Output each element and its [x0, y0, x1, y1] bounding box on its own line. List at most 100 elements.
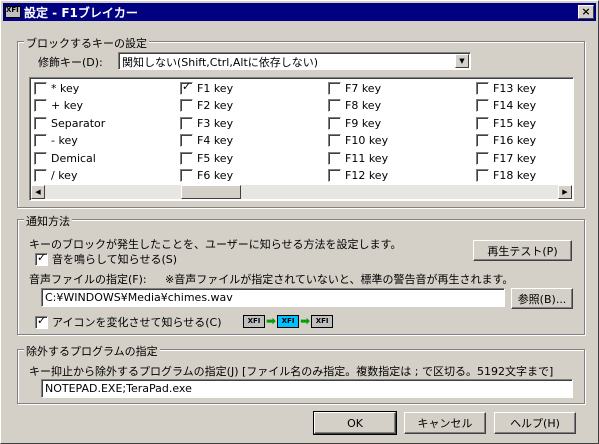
- title-bar: 設定 - F1ブレイカー ×: [3, 3, 596, 21]
- key-checkbox[interactable]: F18 key: [476, 168, 536, 184]
- key-checkbox[interactable]: F3 key: [180, 115, 233, 131]
- key-checkbox[interactable]: + key: [34, 98, 83, 114]
- key-checkbox-label: F5 key: [197, 151, 234, 165]
- key-checkbox-box[interactable]: [328, 169, 341, 182]
- modifier-label: 修飾キー(D):: [38, 56, 103, 69]
- sound-file-label: 音声ファイルの指定(F):: [29, 273, 147, 286]
- scroll-left-icon[interactable]: ◀: [31, 185, 45, 199]
- key-checkbox-box[interactable]: [476, 169, 489, 182]
- key-checkbox-label: Demical: [51, 151, 96, 165]
- app-icon-normal: XFI: [243, 314, 265, 328]
- key-checkbox-box[interactable]: [34, 134, 47, 147]
- key-checkbox-box[interactable]: [328, 151, 341, 165]
- key-checkbox[interactable]: F17 key: [476, 150, 536, 166]
- help-button[interactable]: ヘルプ(H): [494, 412, 576, 434]
- cancel-button[interactable]: キャンセル: [404, 412, 486, 434]
- key-checkbox-label: F12 key: [345, 169, 389, 182]
- key-checkbox-box[interactable]: [180, 80, 193, 95]
- key-checkbox[interactable]: F2 key: [180, 98, 233, 114]
- key-checkbox[interactable]: Separator: [34, 115, 105, 131]
- key-checkbox-box[interactable]: [34, 81, 47, 95]
- key-checkbox[interactable]: * key: [34, 80, 79, 96]
- key-checkbox-box[interactable]: [34, 169, 47, 182]
- key-checkbox-label: F16 key: [493, 134, 537, 147]
- settings-dialog: 設定 - F1ブレイカー × ブロックするキーの設定 修飾キー(D): 関知しな…: [0, 0, 599, 444]
- app-icon-highlight: XFI: [277, 314, 300, 328]
- exclude-input[interactable]: NOTEPAD.EXE;TeraPad.exe: [41, 379, 573, 398]
- key-checkbox[interactable]: F4 key: [180, 133, 233, 149]
- key-checkbox-label: F14 key: [493, 99, 537, 112]
- key-checkbox[interactable]: F6 key: [180, 168, 233, 184]
- key-checkbox-label: F2 key: [197, 99, 234, 112]
- key-checkbox[interactable]: F15 key: [476, 115, 536, 131]
- ok-button[interactable]: OK: [313, 411, 397, 435]
- key-checkbox-label: + key: [51, 99, 83, 112]
- browse-button[interactable]: 参照(B)...: [511, 288, 573, 309]
- key-checkbox-label: F6 key: [197, 169, 234, 182]
- key-checkbox-box[interactable]: [180, 99, 193, 112]
- key-checkbox-box[interactable]: [476, 81, 489, 95]
- key-checkbox[interactable]: F1 key: [180, 80, 233, 96]
- key-checkbox-label: F13 key: [493, 81, 537, 95]
- key-checkbox-label: F9 key: [345, 116, 382, 130]
- app-icon: [5, 6, 21, 18]
- chevron-down-icon[interactable]: ▼: [455, 54, 469, 68]
- scroll-right-icon[interactable]: ▶: [558, 185, 572, 199]
- key-checkbox-label: F10 key: [345, 134, 389, 147]
- block-keys-legend: ブロックするキーの設定: [24, 35, 149, 51]
- key-checkbox-box[interactable]: [476, 99, 489, 112]
- exclude-description: キー抑止から除外するプログラムの指定(J) [ファイル名のみ指定。複数指定は ;…: [29, 365, 554, 378]
- icon-checkbox-box[interactable]: [35, 314, 48, 329]
- modifier-select[interactable]: 関知しない(Shift,Ctrl,Altに依存しない) ▼: [118, 52, 471, 70]
- key-checkbox-box[interactable]: [180, 169, 193, 182]
- window-title: 設定 - F1ブレイカー: [24, 5, 138, 20]
- key-checkbox-box[interactable]: [34, 151, 47, 165]
- key-checkbox-label: / key: [51, 169, 78, 182]
- key-checkbox-box[interactable]: [476, 116, 489, 130]
- key-checkbox-label: F4 key: [197, 134, 234, 147]
- notify-description: キーのブロックが発生したことを、ユーザーに知らせる方法を設定します。: [29, 238, 402, 251]
- key-checkbox-box[interactable]: [34, 116, 47, 130]
- key-checkbox-box[interactable]: [34, 99, 47, 112]
- key-list: * key + key Separator - key Demical / key F1 k…: [29, 77, 574, 201]
- key-checkbox-label: F17 key: [493, 151, 537, 165]
- key-checkbox[interactable]: F10 key: [328, 133, 388, 149]
- key-checkbox[interactable]: Demical: [34, 150, 96, 166]
- horizontal-scrollbar[interactable]: ◀ ▶: [31, 185, 572, 199]
- key-checkbox[interactable]: F14 key: [476, 98, 536, 114]
- key-checkbox[interactable]: F12 key: [328, 168, 388, 184]
- key-checkbox-box[interactable]: [328, 116, 341, 130]
- key-checkbox-box[interactable]: [476, 134, 489, 147]
- key-checkbox-box[interactable]: [180, 134, 193, 147]
- scroll-thumb[interactable]: [181, 185, 241, 199]
- sound-file-input[interactable]: C:¥WINDOWS¥Media¥chimes.wav: [41, 288, 505, 307]
- key-checkbox-box[interactable]: [476, 151, 489, 165]
- key-checkbox-box[interactable]: [328, 134, 341, 147]
- key-checkbox-label: F3 key: [197, 116, 234, 130]
- key-checkbox[interactable]: F11 key: [328, 150, 388, 166]
- key-checkbox-box[interactable]: [180, 151, 193, 165]
- icon-checkbox-label: アイコンを変化させて知らせる(C): [52, 316, 222, 329]
- key-checkbox-label: F1 key: [197, 81, 234, 95]
- sound-checkbox-box[interactable]: [35, 251, 48, 266]
- key-checkbox-box[interactable]: [328, 81, 341, 95]
- modifier-value: 関知しない(Shift,Ctrl,Altに依存しない): [122, 56, 319, 69]
- sound-checkbox[interactable]: 音を鳴らして知らせる(S): [35, 251, 177, 267]
- key-checkbox[interactable]: - key: [34, 133, 78, 149]
- sound-checkbox-label: 音を鳴らして知らせる(S): [52, 253, 178, 266]
- key-checkbox[interactable]: F8 key: [328, 98, 381, 114]
- icon-checkbox[interactable]: アイコンを変化させて知らせる(C): [35, 314, 222, 330]
- key-checkbox-label: F18 key: [493, 169, 537, 182]
- play-test-button[interactable]: 再生テスト(P): [473, 240, 572, 261]
- icon-preview: XFI ➡ XFI ➡ XFI: [243, 314, 334, 328]
- key-checkbox[interactable]: F5 key: [180, 150, 233, 166]
- key-checkbox[interactable]: F7 key: [328, 80, 381, 96]
- key-checkbox[interactable]: / key: [34, 168, 77, 184]
- key-checkbox[interactable]: F9 key: [328, 115, 381, 131]
- key-checkbox-box[interactable]: [328, 99, 341, 112]
- key-checkbox-box[interactable]: [180, 116, 193, 130]
- key-checkbox[interactable]: F16 key: [476, 133, 536, 149]
- key-checkbox[interactable]: F13 key: [476, 80, 536, 96]
- sound-file-note: ※音声ファイルが指定されていないと、標準の警告音が再生されます。: [165, 273, 514, 286]
- close-button[interactable]: ×: [578, 5, 594, 19]
